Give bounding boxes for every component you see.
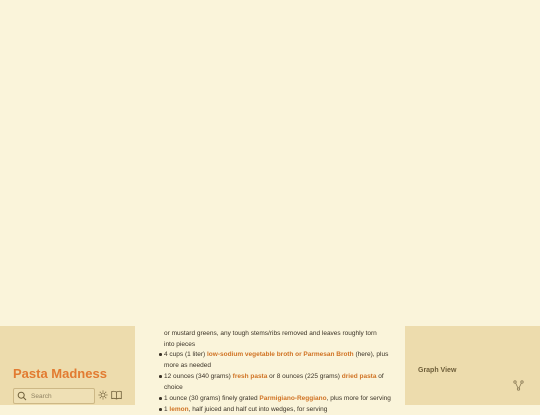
- ingredient-link[interactable]: Parmigiano-Reggiano: [259, 395, 326, 402]
- ingredient-link[interactable]: lemon: [169, 406, 188, 413]
- bullet: [159, 375, 162, 378]
- ingredient-continuation: or mustard greens, any tough stems/ribs …: [164, 330, 377, 348]
- search-placeholder: Search: [31, 392, 52, 400]
- bottom-region: Pasta Madness Search or mustard greens, …: [0, 326, 540, 413]
- list-item: 4 cups (1 liter) low-sodium vegetable br…: [135, 349, 405, 371]
- bullet: [159, 353, 162, 356]
- search-box[interactable]: Search: [13, 388, 95, 404]
- item-text: or 8 ounces (225 grams): [267, 373, 342, 380]
- ingredient-link[interactable]: fresh pasta: [233, 373, 268, 380]
- ingredient-link[interactable]: dried pasta: [342, 373, 377, 380]
- list-item: 1 ounce (30 grams) finely grated Parmigi…: [135, 393, 405, 404]
- recipe-content: or mustard greens, any tough stems/ribs …: [135, 326, 405, 413]
- item-text: 12 ounces (340 grams): [164, 373, 233, 380]
- list-item: 12 ounces (340 grams) fresh pasta or 8 o…: [135, 371, 405, 393]
- list-item: 1 lemon, half juiced and half cut into w…: [135, 404, 405, 415]
- graph-view-title: Graph View: [418, 367, 457, 374]
- item-text: , plus more for serving: [326, 395, 391, 402]
- item-text: 1 ounce (30 grams) finely grated: [164, 395, 260, 402]
- left-sidebar: Pasta Madness Search: [0, 326, 135, 405]
- sun-icon[interactable]: [98, 390, 108, 400]
- search-icon: [17, 391, 27, 401]
- item-text: , half juiced and half cut into wedges, …: [188, 406, 328, 413]
- right-sidebar: Graph View: [405, 326, 540, 405]
- graph-icon[interactable]: [513, 380, 524, 391]
- bullet: [159, 397, 162, 400]
- ingredient-link[interactable]: low-sodium vegetable broth or Parmesan B…: [207, 351, 354, 358]
- bullet: [159, 408, 162, 411]
- book-icon[interactable]: [111, 390, 122, 400]
- ingredient-list: 4 cups (1 liter) low-sodium vegetable br…: [135, 349, 405, 415]
- site-title[interactable]: Pasta Madness: [13, 366, 107, 381]
- item-text: 4 cups (1 liter): [164, 351, 207, 358]
